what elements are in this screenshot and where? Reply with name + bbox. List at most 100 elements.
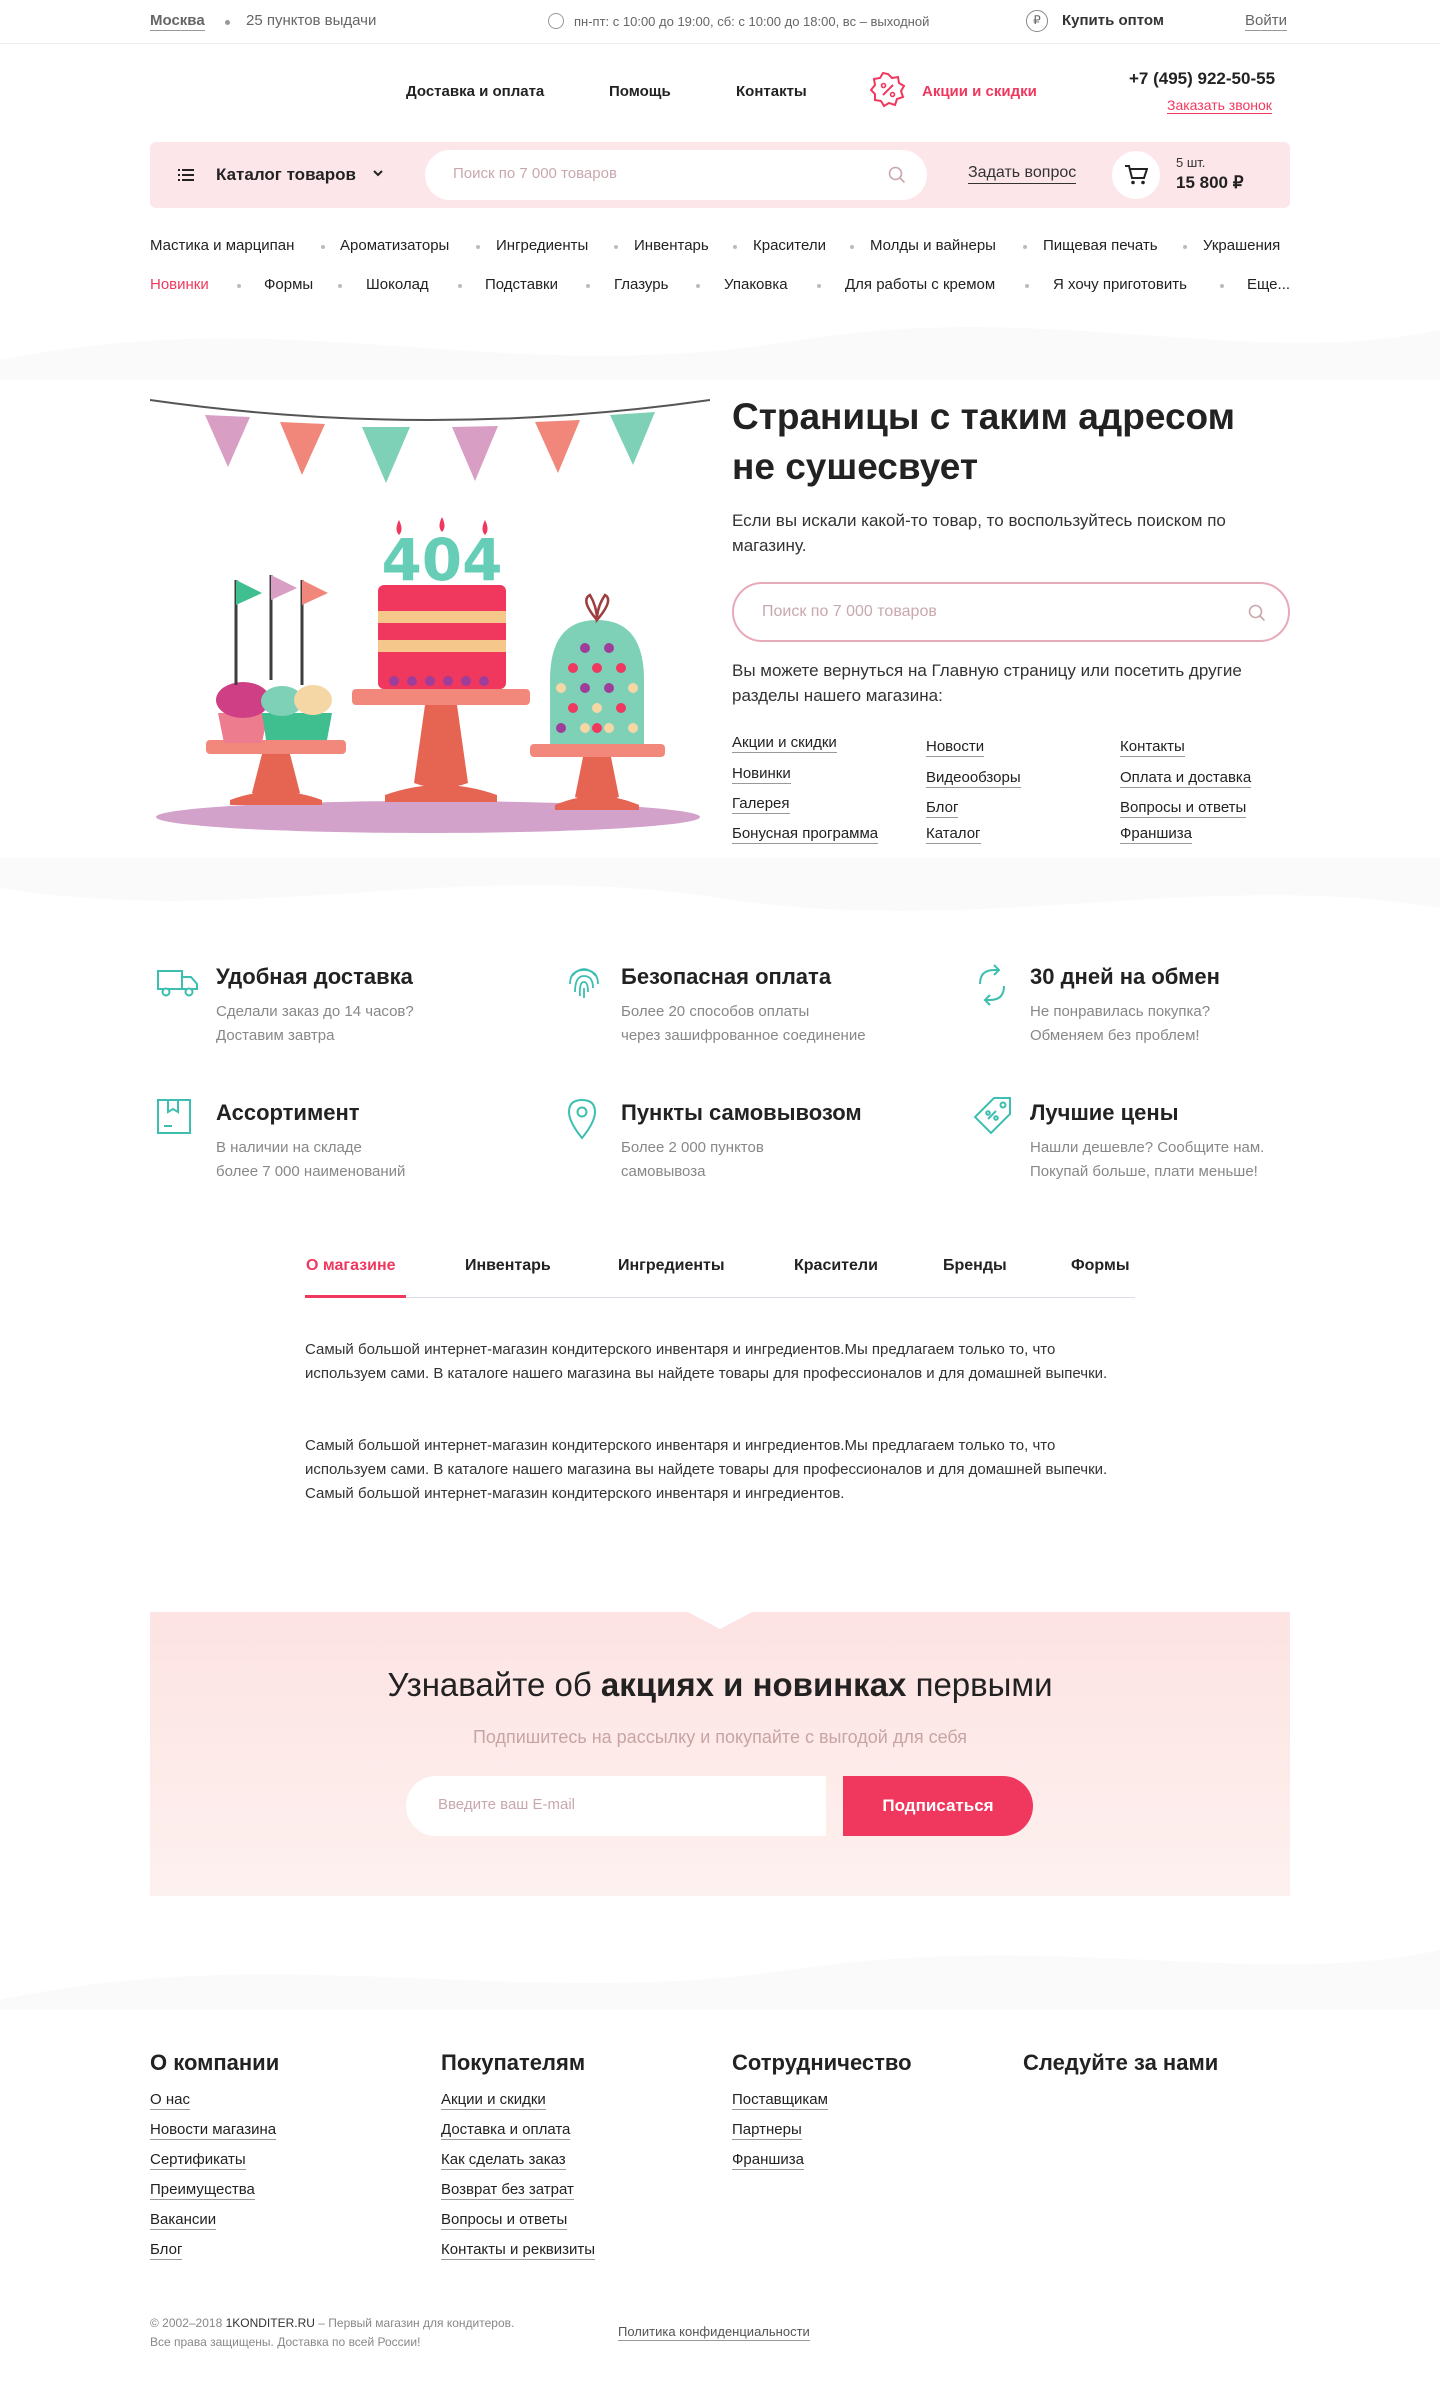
notch	[686, 1611, 754, 1629]
footer-link[interactable]: Партнеры	[732, 2121, 802, 2140]
nav-delivery[interactable]: Доставка и оплата	[406, 83, 544, 100]
tab-brands[interactable]: Бренды	[943, 1257, 1007, 1275]
about-paragraph: Самый большой интернет-магазин кондитерс…	[305, 1341, 1108, 1382]
footer-link[interactable]: Контакты и реквизиты	[441, 2241, 596, 2260]
category-link[interactable]: Ингредиенты	[496, 237, 588, 254]
chevron-down-icon[interactable]	[372, 166, 384, 184]
page: Москва 25 пунктов выдачи пн-пт: с 10:00 …	[0, 0, 1440, 2392]
feature-title: Пункты самовывозом	[621, 1100, 862, 1125]
footer-link[interactable]: Поставщикам	[732, 2091, 828, 2110]
footer-link[interactable]: Блог	[150, 2241, 183, 2260]
link-promo[interactable]: Акции и скидки	[732, 734, 837, 753]
nav-contacts[interactable]: Контакты	[736, 83, 807, 100]
top-bar: Москва 25 пунктов выдачи пн-пт: с 10:00 …	[0, 0, 1440, 44]
link-video[interactable]: Видеообзоры	[926, 769, 1021, 788]
category-link[interactable]: Инвентарь	[634, 237, 709, 254]
footer-link[interactable]: Преимущества	[150, 2181, 255, 2200]
list-icon	[178, 168, 194, 187]
category-link-active[interactable]: Новинки	[150, 276, 209, 293]
footer-link[interactable]: Возврат без затрат	[441, 2181, 574, 2200]
newsletter-section: Узнавайте об акциях и новинках первыми П…	[150, 1611, 1290, 1896]
link-blog[interactable]: Блог	[926, 799, 959, 818]
footer-link[interactable]: Новости магазина	[150, 2121, 277, 2140]
footer-link[interactable]: Сертификаты	[150, 2151, 246, 2170]
working-hours: пн-пт: с 10:00 до 19:00, сб: с 10:00 до …	[574, 14, 930, 29]
feature-description: Не понравилась покупка? Обменяем без проб…	[1030, 1003, 1211, 1044]
percent-badge-icon	[869, 71, 906, 113]
category-link[interactable]: Подставки	[485, 276, 558, 293]
category-link[interactable]: Красители	[753, 237, 826, 254]
pickup-points-link[interactable]: 25 пунктов выдачи	[246, 12, 376, 29]
callback-link[interactable]: Заказать звонок	[1167, 97, 1272, 114]
email-placeholder: Введите ваш E-mail	[438, 1796, 576, 1813]
subscribe-button[interactable]: Подписаться	[843, 1776, 1033, 1836]
category-link[interactable]: Упаковка	[724, 276, 788, 293]
city-selector[interactable]: Москва	[150, 12, 205, 31]
category-link[interactable]: Глазурь	[614, 276, 668, 293]
footer-link[interactable]: Акции и скидки	[441, 2091, 546, 2110]
phone-number[interactable]: +7 (495) 922-50-55	[1129, 69, 1275, 89]
tab-forms[interactable]: Формы	[1071, 1257, 1130, 1275]
exchange-icon	[972, 962, 1012, 1013]
category-link[interactable]: Мастика и марципан	[150, 237, 294, 254]
newsletter-title: Узнавайте об акциях и новинках первыми	[387, 1666, 1053, 1703]
tabs-underline	[305, 1297, 1135, 1298]
cart-icon	[1125, 165, 1148, 185]
search-icon[interactable]	[1248, 604, 1266, 627]
error-navigation-hint: Вы можете вернуться на Главную страницу …	[732, 661, 1242, 705]
category-link[interactable]: Шоколад	[366, 276, 429, 293]
link-catalog[interactable]: Каталог	[926, 825, 981, 844]
link-franchise[interactable]: Франшиза	[1120, 825, 1193, 844]
link-bonus[interactable]: Бонусная программа	[732, 825, 879, 844]
wholesale-link[interactable]: Купить оптом	[1062, 12, 1164, 29]
tab-inventory[interactable]: Инвентарь	[465, 1257, 551, 1275]
feature-title: Безопасная оплата	[621, 964, 832, 989]
footer-link[interactable]: О нас	[150, 2091, 190, 2110]
search-placeholder: Поиск по 7 000 товаров	[762, 603, 937, 620]
footer-link[interactable]: Франшиза	[732, 2151, 805, 2170]
email-input[interactable]: Введите ваш E-mail	[406, 1776, 826, 1836]
feature-title: Удобная доставка	[216, 964, 413, 989]
category-link[interactable]: Для работы с кремом	[845, 276, 995, 293]
privacy-policy-link[interactable]: Политика конфиденциальности	[618, 2324, 810, 2341]
login-link[interactable]: Войти	[1245, 12, 1287, 31]
header-search-input[interactable]: Поиск по 7 000 товаров	[425, 150, 927, 200]
tab-about[interactable]: О магазине	[306, 1257, 396, 1275]
link-new[interactable]: Новинки	[732, 765, 791, 784]
link-payment[interactable]: Оплата и доставка	[1120, 769, 1252, 788]
link-gallery[interactable]: Галерея	[732, 795, 790, 814]
ruble-icon: ₽	[1026, 10, 1048, 32]
footer-link[interactable]: Вопросы и ответы	[441, 2211, 568, 2230]
link-faq[interactable]: Вопросы и ответы	[1120, 799, 1247, 818]
feature-title: Лучшие цены	[1030, 1100, 1179, 1125]
nav-help[interactable]: Помощь	[609, 83, 671, 100]
footer-link[interactable]: Вакансии	[150, 2211, 217, 2230]
tab-colorants[interactable]: Красители	[794, 1257, 878, 1275]
more-categories-link[interactable]: Еще...	[1247, 276, 1290, 293]
category-link[interactable]: Молды и вайнеры	[870, 237, 996, 254]
error-search-input[interactable]: Поиск по 7 000 товаров	[732, 582, 1290, 642]
feature-title: 30 дней на обмен	[1030, 964, 1220, 989]
ask-question-link[interactable]: Задать вопрос	[968, 164, 1077, 184]
category-link[interactable]: Я хочу приготовить	[1053, 276, 1187, 293]
footer-link[interactable]: Как сделать заказ	[441, 2151, 566, 2170]
feature-description: Более 2 000 пунктов самовывоза	[621, 1139, 764, 1180]
category-link[interactable]: Ароматизаторы	[340, 237, 449, 254]
category-link[interactable]: Пищевая печать	[1043, 237, 1158, 254]
footer-heading: Покупателям	[441, 2050, 586, 2075]
category-link[interactable]: Украшения	[1203, 237, 1280, 254]
footer-link[interactable]: Доставка и оплата	[441, 2121, 571, 2140]
link-news[interactable]: Новости	[926, 738, 985, 757]
newsletter-subtitle: Подпишитесь на рассылку и покупайте с вы…	[472, 1727, 968, 1747]
feature-title: Ассортимент	[216, 1100, 360, 1125]
search-icon[interactable]	[888, 166, 906, 189]
location-pin-icon	[567, 1098, 597, 1145]
separator-dot	[225, 20, 230, 25]
tab-ingredients[interactable]: Ингредиенты	[618, 1257, 725, 1275]
link-contacts[interactable]: Контакты	[1120, 738, 1185, 757]
nav-promo[interactable]: Акции и скидки	[922, 83, 1037, 100]
cart-total[interactable]: 15 800 ₽	[1176, 173, 1244, 193]
cart-button[interactable]	[1112, 151, 1160, 199]
catalog-label[interactable]: Каталог товаров	[216, 165, 356, 185]
category-link[interactable]: Формы	[264, 276, 313, 293]
